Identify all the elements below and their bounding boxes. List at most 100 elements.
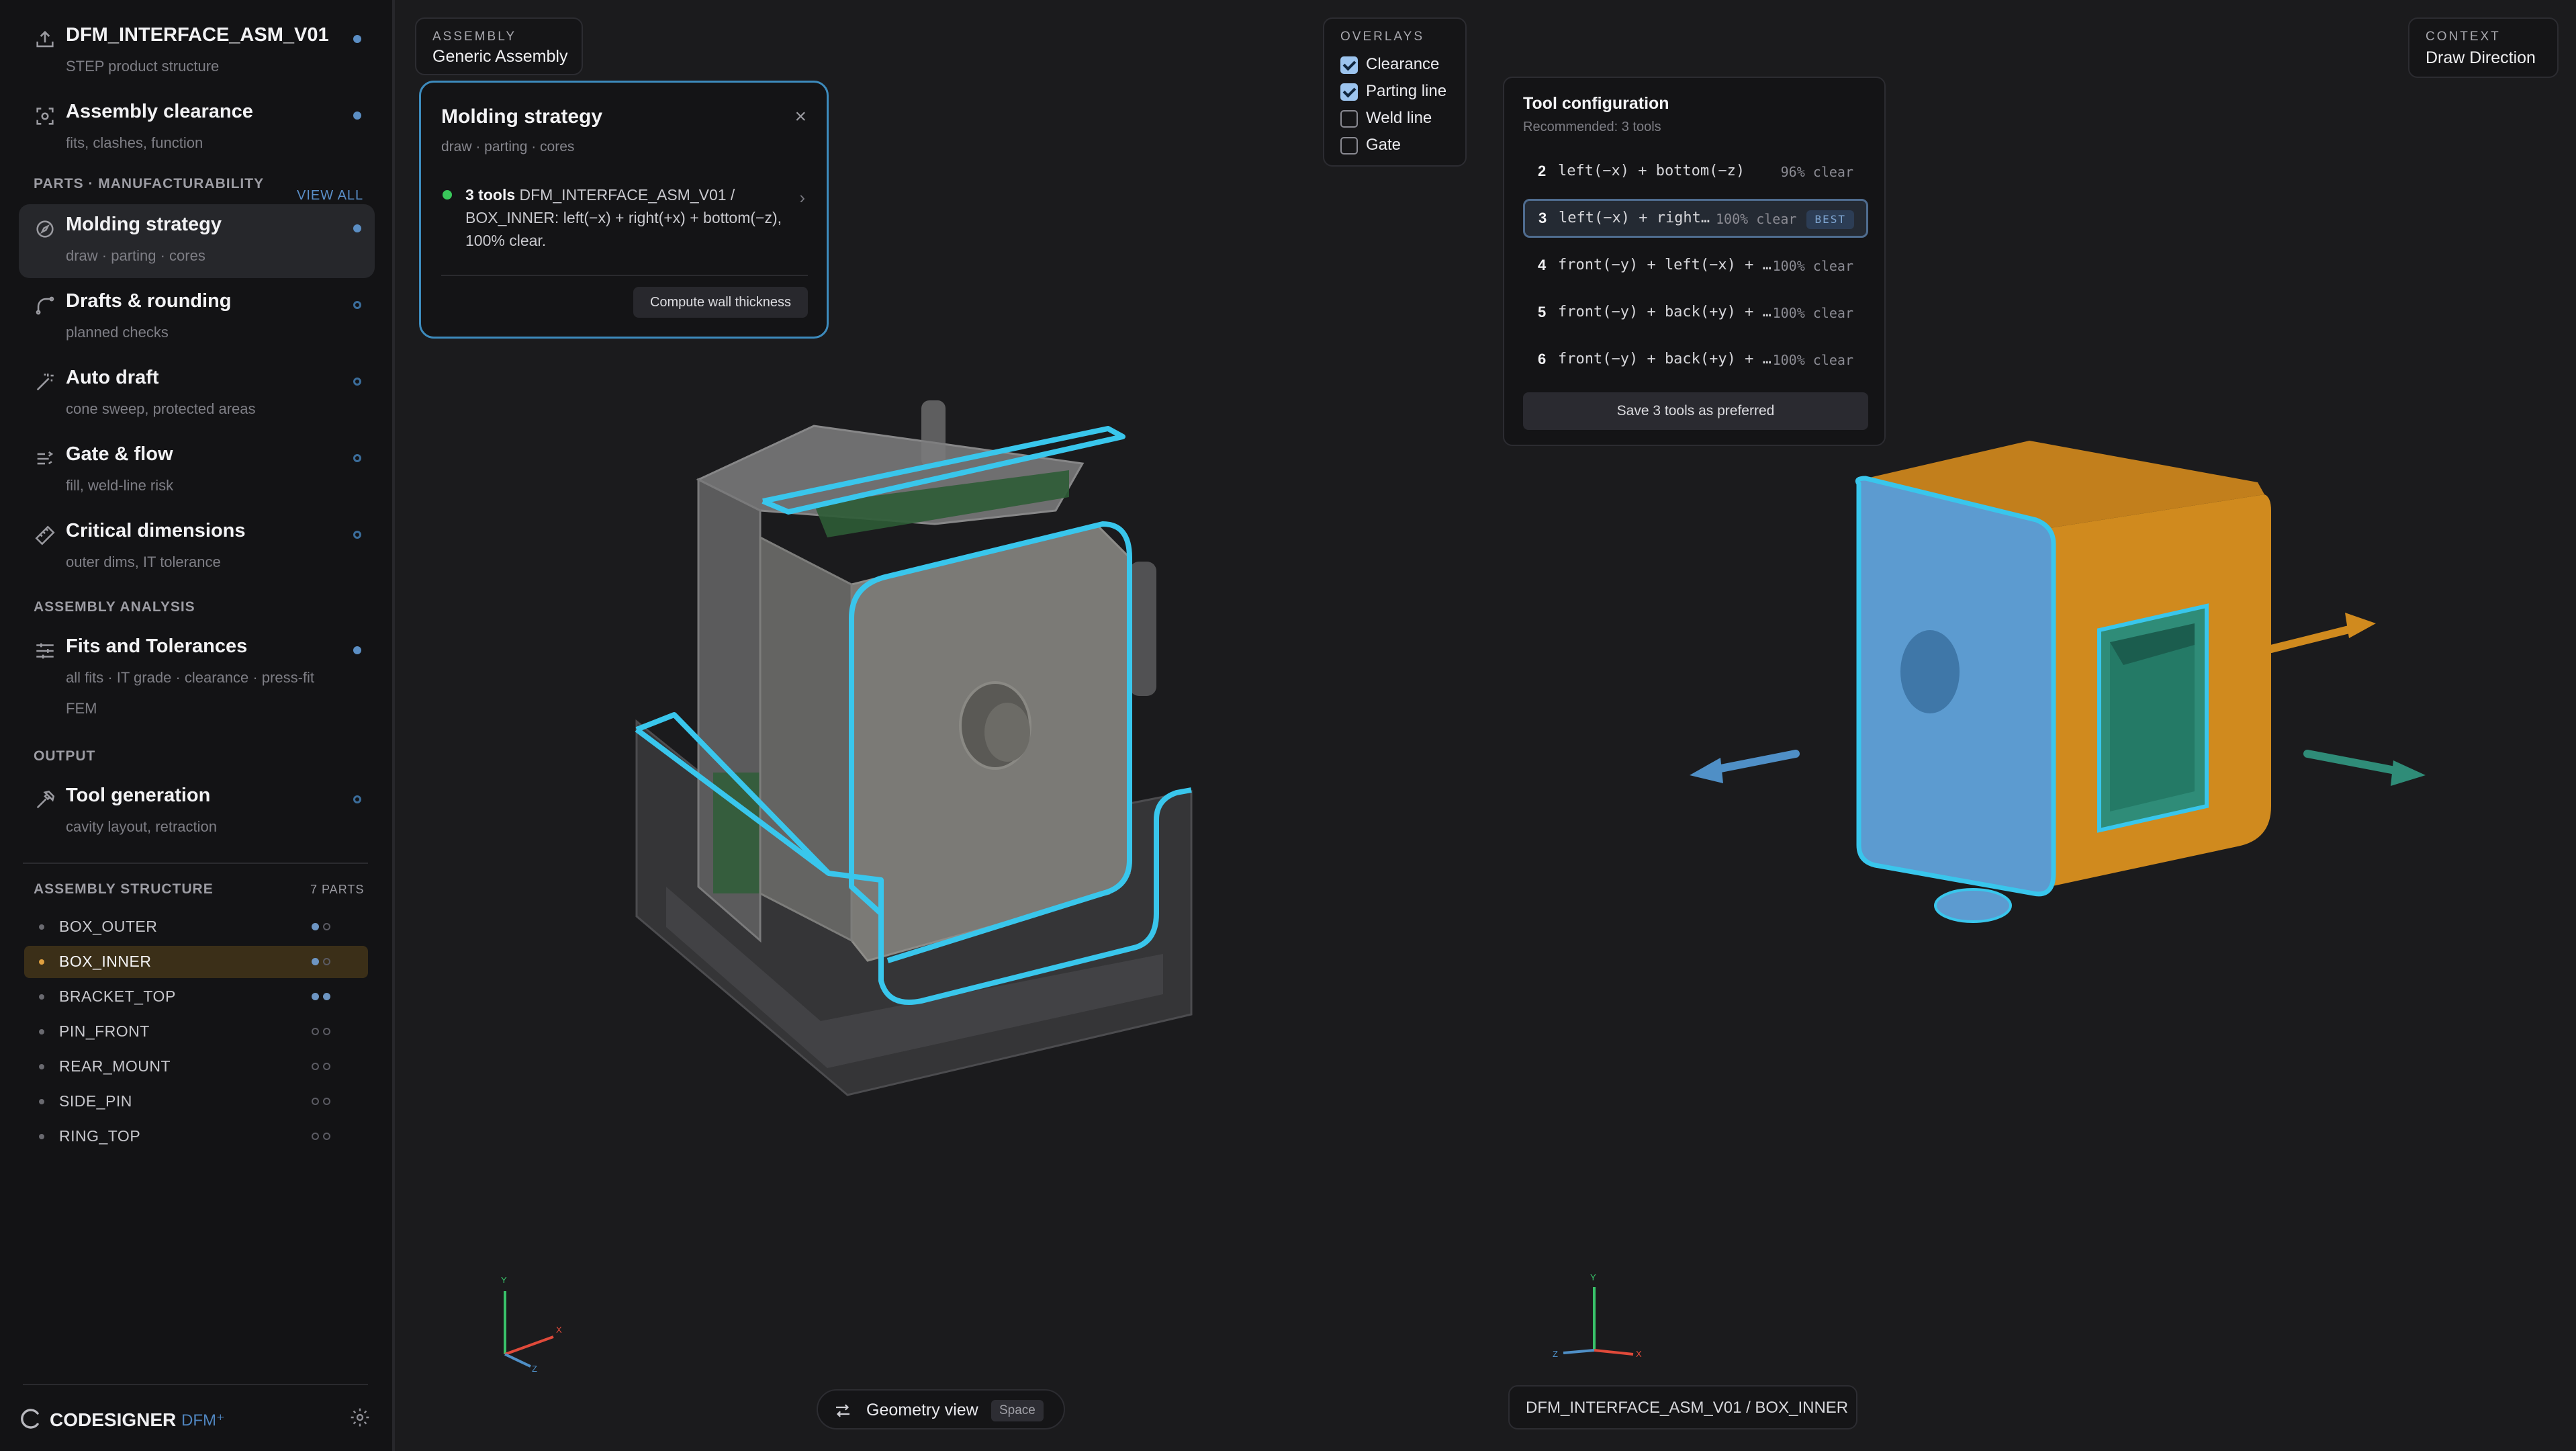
geometry-view-toggle[interactable]: Geometry view Space <box>817 1389 1065 1430</box>
status-dot <box>353 646 361 654</box>
nav-molding-strategy[interactable]: Molding strategy draw · parting · cores <box>19 204 375 278</box>
nav-critical-dimensions[interactable]: Critical dimensions outer dims, IT toler… <box>19 511 375 584</box>
bullet <box>39 994 44 1000</box>
bore-hole-inner <box>984 703 1030 762</box>
nav-title: Gate & flow <box>66 443 173 465</box>
divider <box>23 1384 368 1385</box>
bullet <box>39 959 44 965</box>
axis-label-x: X <box>556 1325 562 1335</box>
draw-arrow-bottom-head <box>2391 760 2426 786</box>
nav-title: Molding strategy <box>66 214 222 235</box>
status-dot <box>353 795 361 803</box>
part-row[interactable]: SIDE_PIN <box>24 1086 368 1118</box>
project-subtitle: STEP product structure <box>66 58 220 75</box>
status-dot <box>353 378 361 386</box>
part-flags <box>312 1063 330 1070</box>
nav-project[interactable]: DFM_INTERFACE_ASM_V01 STEP product struc… <box>19 15 375 87</box>
axis-label-z: Z <box>532 1364 537 1374</box>
nav-subtitle-2: FEM <box>66 700 97 717</box>
part-flags <box>312 1098 330 1105</box>
selection-path: DFM_INTERFACE_ASM_V01 / BOX_INNER <box>1526 1399 1849 1417</box>
part-name: RING_TOP <box>59 1127 141 1145</box>
nav-subtitle: draw · parting · cores <box>66 247 205 264</box>
upload-icon <box>34 28 56 51</box>
view-all-link[interactable]: VIEW ALL <box>297 188 363 204</box>
box-hole <box>1900 630 1960 713</box>
part-flags <box>312 1133 330 1140</box>
nav-gate-flow[interactable]: Gate & flow fill, weld-line risk <box>19 434 375 508</box>
brand-suffix: DFM⁺ <box>181 1411 225 1430</box>
part-name: REAR_MOUNT <box>59 1057 171 1075</box>
nav-title: Auto draft <box>66 367 159 388</box>
geometry-view-label: Geometry view <box>866 1401 978 1419</box>
side-knob <box>1130 562 1156 696</box>
sliders-icon <box>34 640 56 662</box>
nav-drafts-rounding[interactable]: Drafts & rounding planned checks <box>19 281 375 355</box>
section-label-output: OUTPUT <box>34 748 96 764</box>
part-row-selected[interactable]: BOX_INNER <box>24 946 368 978</box>
compass-icon <box>34 218 56 240</box>
bullet <box>39 924 44 930</box>
draw-arrow-right-head <box>2345 613 2376 638</box>
draw-arrow-right-shaft <box>2267 623 2361 653</box>
bullet <box>39 1029 44 1035</box>
part-flags <box>312 958 330 965</box>
divider <box>23 863 368 864</box>
part-name: BRACKET_TOP <box>59 987 176 1005</box>
bullet <box>39 1064 44 1069</box>
settings-icon[interactable] <box>349 1407 371 1428</box>
nav-auto-draft[interactable]: Auto draft cone sweep, protected areas <box>19 357 375 431</box>
axis-label-x-right: X <box>1636 1349 1642 1359</box>
selection-path-chip: DFM_INTERFACE_ASM_V01 / BOX_INNER <box>1508 1385 1857 1430</box>
nav-fits-tolerances[interactable]: Fits and Tolerances all fits · IT grade … <box>19 626 375 727</box>
axis-triad-right <box>1563 1287 1634 1356</box>
part-flags <box>312 923 330 930</box>
part-row[interactable]: PIN_FRONT <box>24 1016 368 1048</box>
box-inner-left <box>759 535 853 942</box>
status-dot <box>353 301 361 309</box>
nav-title: Drafts & rounding <box>66 290 232 312</box>
nav-subtitle: fill, weld-line risk <box>66 477 174 494</box>
status-dot <box>353 112 361 120</box>
magic-wand-icon <box>34 371 56 394</box>
swap-icon <box>833 1401 853 1421</box>
draw-arrow-bottom-shaft <box>2303 750 2403 775</box>
draw-arrow-left-head <box>1690 758 1723 783</box>
part-name: BOX_INNER <box>59 953 152 970</box>
viewport[interactable]: ASSEMBLY Generic Assembly Molding strate… <box>398 0 2576 1451</box>
part-name: PIN_FRONT <box>59 1022 150 1040</box>
part-name: SIDE_PIN <box>59 1092 132 1110</box>
project-title: DFM_INTERFACE_ASM_V01 <box>66 24 329 46</box>
assembly-structure-label: ASSEMBLY STRUCTURE <box>34 881 214 897</box>
parts-count: 7 PARTS <box>310 883 365 896</box>
status-dot <box>353 35 361 43</box>
bottom-boss <box>1934 888 2012 923</box>
section-label-analysis: ASSEMBLY ANALYSIS <box>34 599 195 615</box>
hammer-icon <box>34 789 56 811</box>
part-row[interactable]: REAR_MOUNT <box>24 1051 368 1083</box>
nav-subtitle: cavity layout, retraction <box>66 818 217 835</box>
scene-3d[interactable] <box>398 0 2576 1451</box>
nav-subtitle: planned checks <box>66 324 169 341</box>
nav-subtitle: outer dims, IT tolerance <box>66 554 221 570</box>
ruler-icon <box>34 524 56 547</box>
nav-tool-generation[interactable]: Tool generation cavity layout, retractio… <box>19 775 375 849</box>
status-dot <box>353 224 361 232</box>
axis-label-y-right: Y <box>1590 1272 1596 1282</box>
part-row[interactable]: RING_TOP <box>24 1120 368 1153</box>
part-row[interactable]: BRACKET_TOP <box>24 981 368 1013</box>
nav-assembly-clearance[interactable]: Assembly clearance fits, clashes, functi… <box>19 91 375 164</box>
part-name: BOX_OUTER <box>59 918 158 935</box>
box-inner-model <box>1690 441 2426 923</box>
nav-subtitle: fits, clashes, function <box>66 134 203 151</box>
bullet <box>39 1134 44 1139</box>
nav-title: Assembly clearance <box>66 101 253 122</box>
pin-top <box>921 400 946 468</box>
axis-label-y: Y <box>501 1275 507 1285</box>
brand-logo-icon <box>17 1407 42 1431</box>
part-flags <box>312 1028 330 1035</box>
shortcut-badge: Space <box>991 1400 1044 1421</box>
part-row[interactable]: BOX_OUTER <box>24 911 368 943</box>
part-flags <box>312 993 330 1000</box>
mold-assembly-model <box>635 400 1193 1096</box>
